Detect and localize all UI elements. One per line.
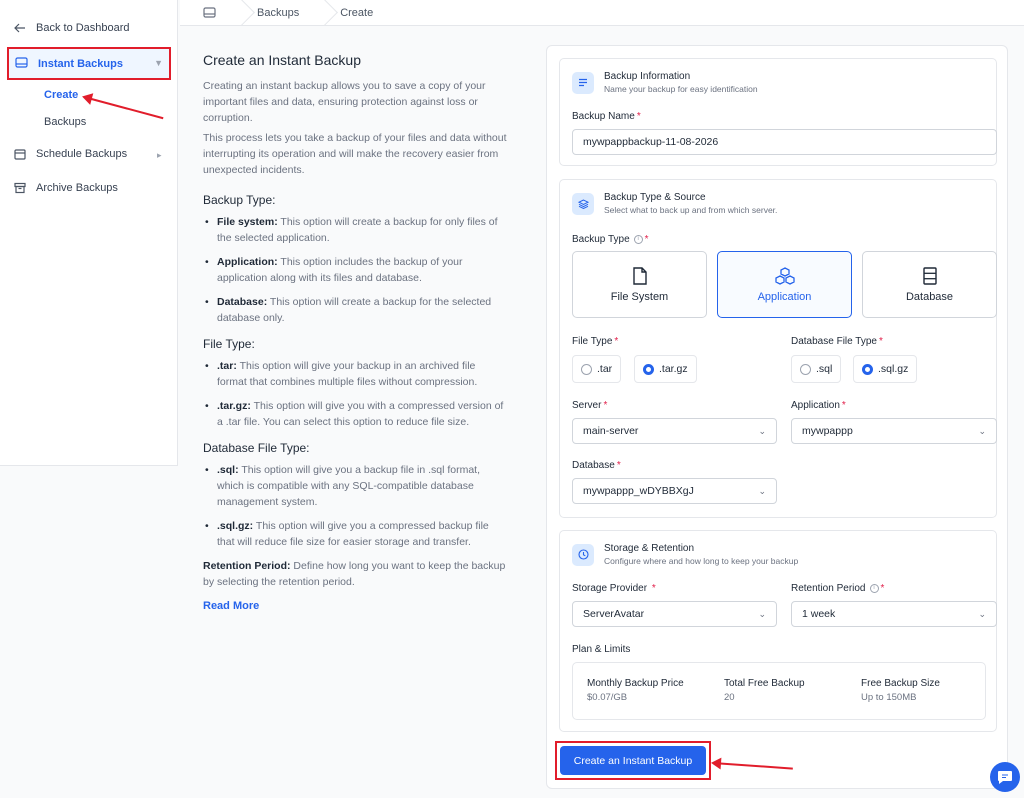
breadcrumb-separator — [321, 0, 322, 26]
backup-info-card: Backup Information Name your backup for … — [559, 58, 997, 166]
radio-dot — [581, 363, 592, 375]
card-subtitle: Name your backup for easy identification — [604, 84, 758, 94]
radio-dot — [862, 363, 873, 375]
db-file-type-label: Database File Type * — [791, 336, 883, 347]
clock-icon — [572, 543, 594, 566]
list-item: .sql: This option will give you a backup… — [203, 462, 508, 510]
sidebar-item-label: Schedule Backups — [36, 148, 128, 160]
layers-icon — [572, 192, 594, 215]
read-more-link[interactable]: Read More — [203, 598, 259, 614]
arrow-left-icon — [14, 22, 26, 34]
breadcrumb: Backups Create — [180, 0, 1024, 26]
breadcrumb-separator — [238, 0, 239, 26]
info-icon: i — [633, 234, 643, 244]
info-icon: i — [869, 583, 879, 593]
chevron-down-icon: ⌄ — [978, 425, 986, 436]
sidebar-item-schedule-backups[interactable]: Schedule Backups — [14, 148, 127, 160]
backup-name-label: Backup Name * — [572, 111, 641, 122]
drive-icon — [15, 56, 28, 71]
backup-name-input[interactable]: mywpappbackup-11-08-2026 — [572, 129, 997, 155]
plan-limits-box: Monthly Backup Price $0.07/GB Total Free… — [572, 662, 986, 720]
sidebar-subitem-backups[interactable]: Backups — [44, 116, 86, 128]
list-item: Application: This option includes the ba… — [203, 254, 508, 286]
server-select[interactable]: main-server ⌄ — [572, 418, 777, 444]
type-file-system[interactable]: File System — [572, 251, 707, 318]
list-item: .tar: This option will give your backup … — [203, 358, 508, 390]
intro-paragraph-1: Creating an instant backup allows you to… — [203, 80, 486, 124]
file-icon — [632, 266, 647, 285]
retention-note: Retention Period: Define how long you wa… — [203, 560, 506, 588]
archive-icon — [14, 182, 26, 194]
back-to-dashboard-link[interactable]: Back to Dashboard — [14, 22, 130, 34]
type-source-card: Backup Type & Source Select what to back… — [559, 179, 997, 518]
form-panel: Backup Information Name your backup for … — [546, 45, 1008, 789]
intro-paragraph-2: This process lets you take a backup of y… — [203, 132, 507, 176]
radio-dot — [800, 363, 811, 375]
calendar-icon — [14, 148, 26, 160]
storage-provider-select[interactable]: ServerAvatar ⌄ — [572, 601, 777, 627]
info-column: Create an Instant Backup Creating an ins… — [203, 50, 508, 614]
chevron-down-icon: ⌄ — [758, 425, 766, 436]
application-label: Application * — [791, 400, 846, 411]
application-select[interactable]: mywpappp ⌄ — [791, 418, 997, 444]
radio-sql-gz[interactable]: .sql.gz — [853, 355, 918, 383]
caret-right-icon: ▸ — [157, 150, 162, 160]
plan-limits-label: Plan & Limits — [572, 644, 631, 655]
db-file-type-heading: Database File Type: — [203, 441, 310, 455]
sidebar-item-label: Instant Backups — [38, 57, 123, 70]
chat-support-button[interactable] — [990, 762, 1020, 792]
radio-dot — [643, 363, 654, 375]
radio-tar-gz[interactable]: .tar.gz — [634, 355, 697, 383]
backup-type-label: Backup Type i * — [572, 234, 649, 245]
sidebar-item-instant-backups[interactable]: Instant Backups ▼ — [7, 47, 171, 80]
list-item: .tar.gz: This option will give you with … — [203, 398, 508, 430]
database-select[interactable]: mywpappp_wDYBBXgJ ⌄ — [572, 478, 777, 504]
retention-period-select[interactable]: 1 week ⌄ — [791, 601, 997, 627]
sidebar: Back to Dashboard Instant Backups ▼ Crea… — [0, 0, 178, 466]
card-subtitle: Select what to back up and from which se… — [604, 205, 778, 215]
list-item: .sql.gz: This option will give you a com… — [203, 518, 508, 550]
backup-type-options: File System Application Database — [572, 251, 998, 319]
page-title: Create an Instant Backup — [203, 52, 361, 68]
chevron-down-icon: ⌄ — [758, 485, 766, 496]
type-database[interactable]: Database — [862, 251, 997, 318]
list-item: File system: This option will create a b… — [203, 214, 508, 246]
file-type-label: File Type * — [572, 336, 619, 347]
plan-free-backup-size: Free Backup Size Up to 150MB — [861, 678, 940, 703]
plan-total-free-backup: Total Free Backup 20 — [724, 678, 805, 703]
cubes-icon — [774, 266, 795, 285]
plan-monthly-price: Monthly Backup Price $0.07/GB — [587, 678, 684, 703]
sidebar-item-label: Archive Backups — [36, 182, 118, 194]
card-title: Backup Type & Source — [604, 192, 706, 203]
caret-down-icon: ▼ — [154, 58, 163, 68]
storage-provider-label: Storage Provider * — [572, 583, 656, 594]
list-item: Database: This option will create a back… — [203, 294, 508, 326]
back-to-dashboard-label: Back to Dashboard — [36, 22, 130, 34]
file-type-heading: File Type: — [203, 337, 255, 351]
database-icon — [922, 266, 937, 285]
radio-tar[interactable]: .tar — [572, 355, 622, 383]
chat-icon — [998, 770, 1012, 784]
sidebar-item-archive-backups[interactable]: Archive Backups — [14, 182, 118, 194]
chevron-down-icon: ⌄ — [758, 608, 766, 619]
storage-card: Storage & Retention Configure where and … — [559, 530, 997, 732]
card-title: Storage & Retention — [604, 543, 695, 554]
database-label: Database * — [572, 460, 621, 471]
backup-type-heading: Backup Type: — [203, 193, 276, 207]
card-title: Backup Information — [604, 71, 691, 82]
create-instant-backup-button[interactable]: Create an Instant Backup — [560, 746, 706, 775]
retention-period-label: Retention Period i * — [791, 583, 885, 594]
submit-highlight: Create an Instant Backup — [555, 741, 711, 780]
type-application[interactable]: Application — [717, 251, 852, 318]
radio-sql[interactable]: .sql — [791, 355, 842, 383]
server-label: Server * — [572, 400, 608, 411]
sidebar-subitem-create[interactable]: Create — [44, 89, 78, 101]
text-lines-icon — [572, 71, 594, 94]
chevron-down-icon: ⌄ — [978, 608, 986, 619]
card-subtitle: Configure where and how long to keep you… — [604, 556, 799, 566]
